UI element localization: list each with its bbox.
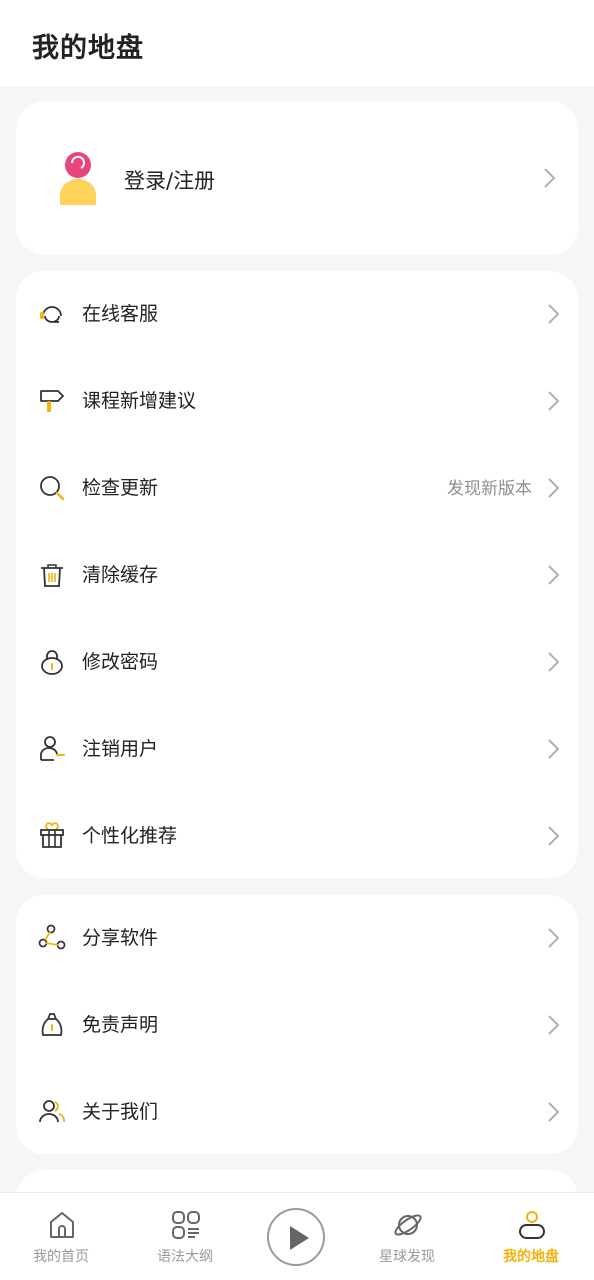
menu-item-label: 免责声明 xyxy=(82,1014,159,1036)
menu-item-label: 课程新增建议 xyxy=(82,390,197,412)
tab-home[interactable]: 我的首页 xyxy=(2,1193,120,1280)
about-menu: 分享软件 免责声明 关于我们 xyxy=(16,895,578,1154)
user-minus-icon xyxy=(40,736,65,761)
menu-item-check-update[interactable]: 检查更新 发现新版本 xyxy=(16,445,578,532)
chevron-right-icon xyxy=(548,826,560,846)
login-register-link[interactable]: 登录/注册 xyxy=(124,165,215,195)
play-icon xyxy=(290,1226,309,1250)
tab-planet-discover[interactable]: 星球发现 xyxy=(348,1193,466,1280)
gift-icon xyxy=(40,822,64,848)
menu-item-label: 注销用户 xyxy=(82,738,159,760)
menu-item-personalized-recommendation[interactable]: 个性化推荐 xyxy=(16,793,578,880)
grid-icon xyxy=(172,1211,200,1239)
home-icon xyxy=(50,1212,74,1238)
tab-label: 我的首页 xyxy=(33,1249,89,1265)
menu-item-label: 关于我们 xyxy=(82,1101,159,1123)
headset-icon xyxy=(40,306,62,323)
chevron-right-icon xyxy=(548,391,560,411)
login-card[interactable]: 登录/注册 xyxy=(16,101,578,255)
menu-item-label: 清除缓存 xyxy=(82,564,159,586)
lock-icon xyxy=(41,650,63,675)
play-button[interactable] xyxy=(267,1208,325,1266)
menu-item-online-service[interactable]: 在线客服 xyxy=(16,271,578,358)
users-icon xyxy=(39,1100,65,1123)
menu-item-deactivate-user[interactable]: 注销用户 xyxy=(16,706,578,793)
chevron-right-icon xyxy=(548,304,560,324)
menu-item-clear-cache[interactable]: 清除缓存 xyxy=(16,532,578,619)
chevron-right-icon xyxy=(548,565,560,585)
menu-item-label: 修改密码 xyxy=(82,651,159,673)
tab-label: 星球发现 xyxy=(379,1249,435,1265)
chevron-right-icon xyxy=(548,478,560,498)
menu-item-share-app[interactable]: 分享软件 xyxy=(16,895,578,982)
menu-item-label: 分享软件 xyxy=(82,927,159,949)
chevron-right-icon xyxy=(548,928,560,948)
menu-item-change-password[interactable]: 修改密码 xyxy=(16,619,578,706)
chevron-right-icon xyxy=(548,652,560,672)
tab-label: 我的地盘 xyxy=(503,1249,559,1265)
menu-item-about-us[interactable]: 关于我们 xyxy=(16,1069,578,1156)
share-icon xyxy=(38,924,66,950)
new-version-hint: 发现新版本 xyxy=(447,479,532,499)
menu-item-label: 检查更新 xyxy=(82,477,159,499)
tab-grammar-outline[interactable]: 语法大纲 xyxy=(126,1193,244,1280)
bottom-tab-bar: 我的首页 语法大纲 星球发现 我的地盘 xyxy=(0,1192,594,1280)
chevron-right-icon xyxy=(544,168,556,188)
menu-item-label: 在线客服 xyxy=(82,303,159,325)
tab-label: 语法大纲 xyxy=(157,1249,213,1265)
bag-icon xyxy=(41,1013,63,1036)
menu-item-course-suggestion[interactable]: 课程新增建议 xyxy=(16,358,578,445)
planet-icon xyxy=(394,1214,422,1236)
search-icon xyxy=(40,476,65,501)
page-title: 我的地盘 xyxy=(32,33,144,64)
signpost-icon xyxy=(40,390,64,412)
header: 我的地盘 xyxy=(0,0,594,86)
settings-menu: 在线客服 课程新增建议 检查更新 发现新版本 清除缓存 修改密码 注销用户 个性… xyxy=(16,271,578,878)
menu-item-disclaimer[interactable]: 免责声明 xyxy=(16,982,578,1069)
chevron-right-icon xyxy=(548,1015,560,1035)
trash-icon xyxy=(41,564,63,587)
chevron-right-icon xyxy=(548,739,560,759)
chevron-right-icon xyxy=(548,1102,560,1122)
menu-item-label: 个性化推荐 xyxy=(82,825,178,847)
avatar-icon xyxy=(60,152,96,205)
tab-my-space[interactable]: 我的地盘 xyxy=(472,1193,590,1280)
profile-icon xyxy=(519,1211,545,1239)
